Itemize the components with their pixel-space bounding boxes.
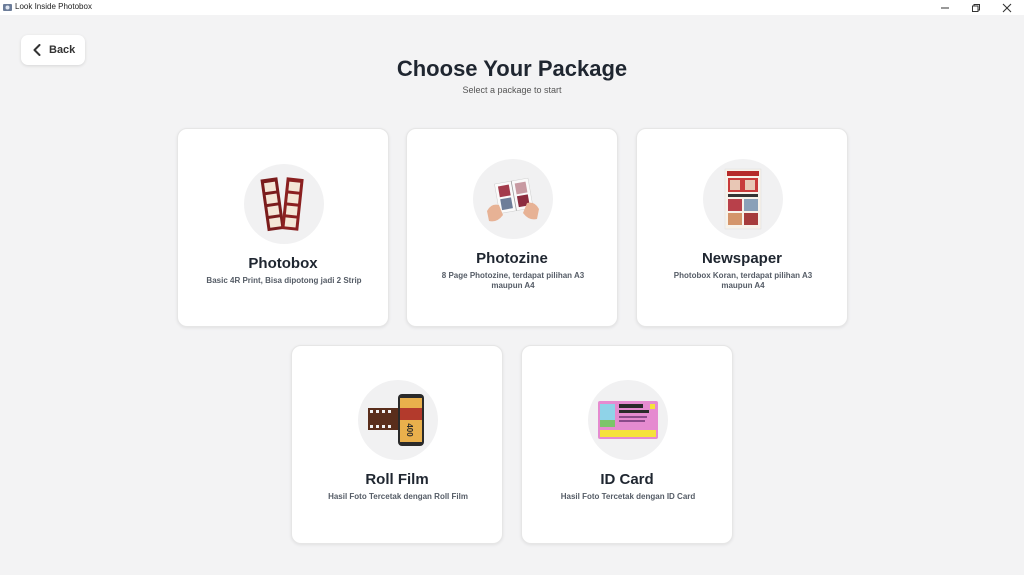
window-title: Look Inside Photobox xyxy=(15,2,92,11)
package-description: Hasil Foto Tercetak dengan Roll Film xyxy=(328,492,468,501)
package-description: 8 Page Photozine, terdapat pilihan A3 ma… xyxy=(441,271,585,290)
package-description: Hasil Foto Tercetak dengan ID Card xyxy=(560,492,696,501)
chevron-left-icon xyxy=(33,44,41,56)
package-title: Photobox xyxy=(248,255,318,272)
close-button[interactable] xyxy=(992,0,1022,15)
film-roll-icon: 400 xyxy=(358,380,438,460)
package-card-photozine[interactable]: Photozine 8 Page Photozine, terdapat pil… xyxy=(406,128,618,327)
page-title: Choose Your Package xyxy=(396,56,628,81)
package-title: Roll Film xyxy=(365,471,429,488)
minimize-button[interactable] xyxy=(930,0,960,15)
app-icon xyxy=(3,4,12,11)
restore-icon xyxy=(972,3,980,12)
back-label: Back xyxy=(49,44,76,56)
photostrip-icon xyxy=(244,164,324,244)
newspaper-icon xyxy=(703,159,783,239)
package-card-roll-film[interactable]: 400 Roll Film Hasil Foto Tercetak dengan… xyxy=(291,345,503,544)
package-title: ID Card xyxy=(600,471,654,488)
id-card-icon xyxy=(588,380,668,460)
svg-text:400: 400 xyxy=(405,423,414,437)
package-card-id-card[interactable]: ID Card Hasil Foto Tercetak dengan ID Ca… xyxy=(521,345,733,544)
package-card-newspaper[interactable]: Newspaper Photobox Koran, terdapat pilih… xyxy=(636,128,848,327)
photozine-icon xyxy=(473,159,553,239)
minimize-icon xyxy=(941,7,949,8)
package-title: Newspaper xyxy=(701,250,783,267)
package-description: Basic 4R Print, Bisa dipotong jadi 2 Str… xyxy=(206,276,362,285)
restore-button[interactable] xyxy=(961,0,991,15)
package-card-photobox[interactable]: Photobox Basic 4R Print, Bisa dipotong j… xyxy=(177,128,389,327)
close-icon xyxy=(1002,3,1012,12)
package-title: Photozine xyxy=(476,250,548,267)
page-subtitle: Select a package to start xyxy=(462,85,562,95)
window-titlebar: Look Inside Photobox xyxy=(0,0,1024,15)
package-description: Photobox Koran, terdapat pilihan A3 maup… xyxy=(673,271,813,290)
